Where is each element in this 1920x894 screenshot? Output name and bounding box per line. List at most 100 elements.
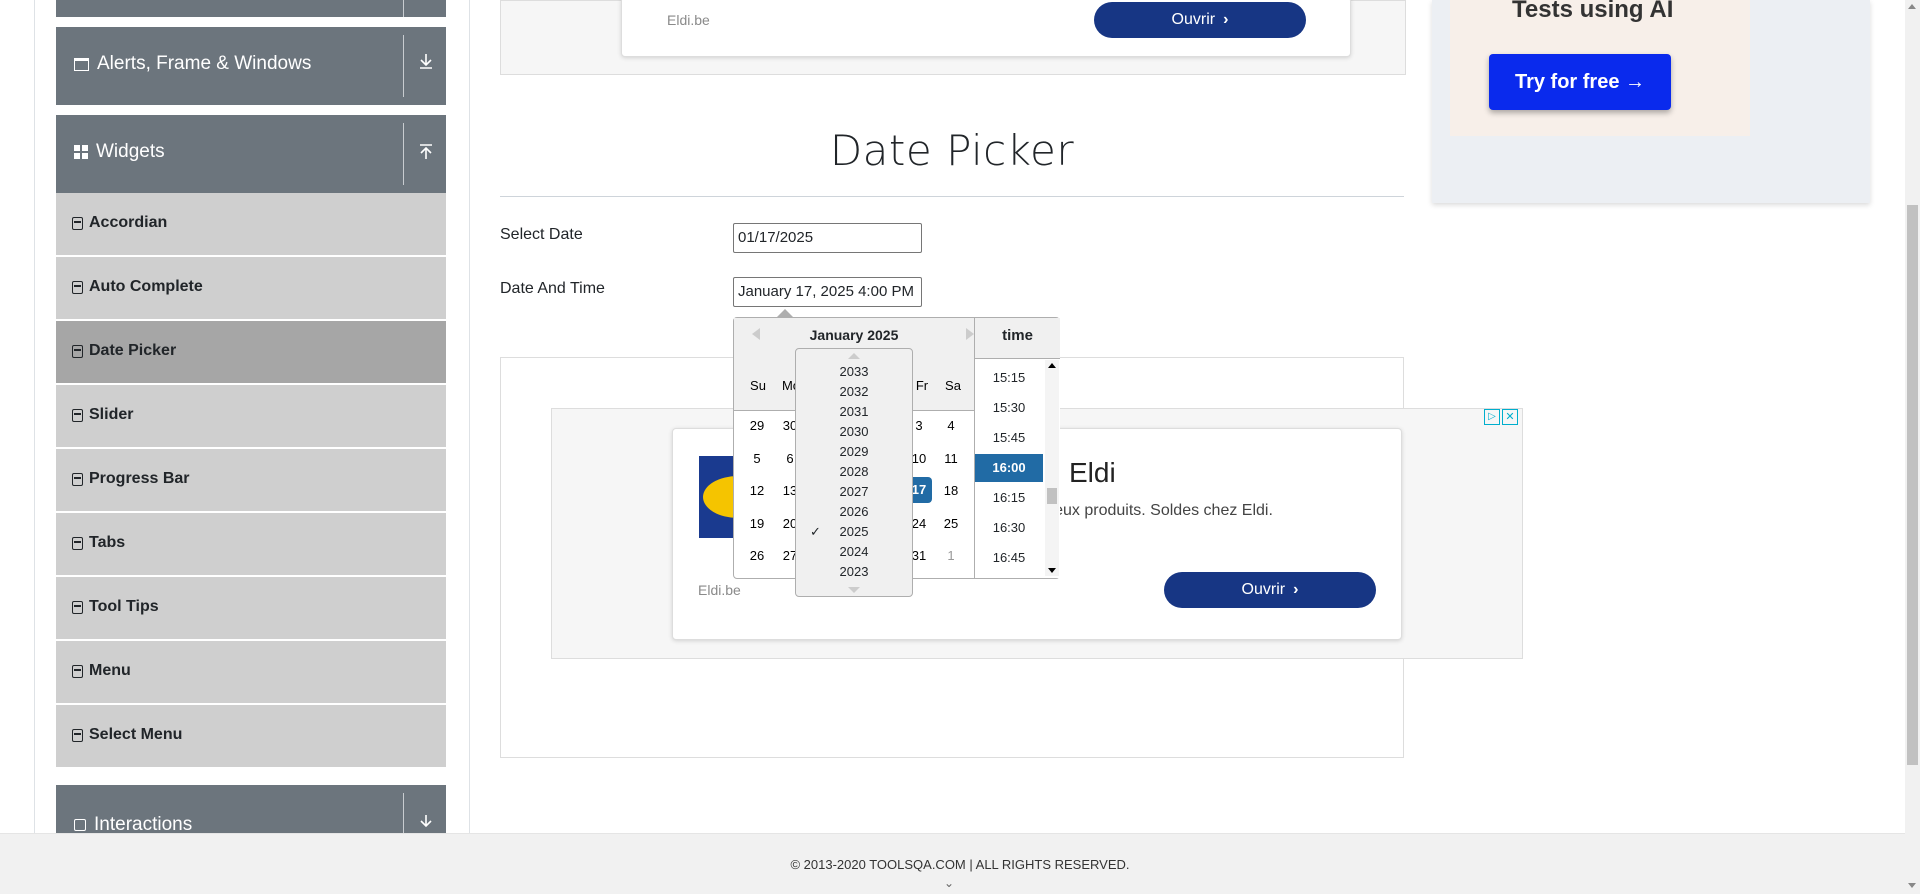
left-border: [34, 0, 35, 833]
calendar-day[interactable]: 12: [743, 483, 771, 498]
window-icon: [74, 57, 89, 71]
ad-source: Eldi.be: [667, 12, 710, 28]
ad-info-icon[interactable]: ▷: [1484, 409, 1500, 425]
time-option-selected[interactable]: 16:00: [975, 454, 1043, 482]
ouvrir-button[interactable]: Ouvrir ›: [1094, 2, 1306, 38]
expand-down-icon[interactable]: [414, 52, 438, 75]
date-time-label: Date And Time: [500, 280, 605, 297]
chevron-right-icon: ›: [1293, 581, 1299, 598]
chevron-down-icon[interactable]: ⌄: [944, 876, 954, 890]
ad-brand: Eldi: [1069, 457, 1116, 488]
year-option[interactable]: 2027: [796, 484, 912, 499]
sidebar-group-interactions[interactable]: Interactions: [56, 785, 446, 835]
calendar-day[interactable]: 11: [937, 451, 965, 466]
day-name: Su: [750, 378, 766, 393]
html-icon: [72, 408, 83, 422]
day-name: Sa: [945, 378, 961, 393]
ouvrir-button[interactable]: Ouvrir ›: [1164, 572, 1376, 608]
calendar-day[interactable]: 29: [743, 418, 771, 433]
calendar-day[interactable]: 5: [743, 451, 771, 466]
sidebar-item-label: Progress Bar: [89, 470, 190, 487]
sidebar-item-menu[interactable]: Menu: [56, 641, 446, 705]
interactions-icon: [74, 819, 86, 831]
top-ad-container: Eldi.be Ouvrir ›: [500, 0, 1406, 75]
button-label: Ouvrir: [1171, 11, 1216, 28]
sidebar-item-label: Tabs: [89, 534, 126, 551]
time-option[interactable]: 16:30: [975, 514, 1043, 542]
year-up-icon[interactable]: [848, 353, 860, 359]
calendar-day[interactable]: 18: [937, 483, 965, 498]
calendar-day[interactable]: 25: [937, 516, 965, 531]
ad-choices[interactable]: ▷ ✕: [1484, 409, 1518, 425]
calendar-day[interactable]: 4: [937, 418, 965, 433]
html-icon: [72, 344, 83, 358]
group-label: Widgets: [96, 141, 165, 162]
year-option[interactable]: 2029: [796, 444, 912, 459]
year-option[interactable]: 2024: [796, 544, 912, 559]
month-label[interactable]: January 2025: [734, 327, 974, 343]
sidebar-item-slider[interactable]: Slider: [56, 385, 446, 449]
year-option-selected[interactable]: 2025: [796, 524, 912, 539]
select-date-input[interactable]: 01/17/2025: [733, 223, 922, 253]
group-label: Alerts, Frame & Windows: [97, 53, 312, 74]
html-icon: [72, 728, 83, 742]
html-icon: [72, 664, 83, 678]
sidebar-group-top[interactable]: [56, 0, 446, 17]
sidebar-item-label: Menu: [89, 662, 131, 679]
html-icon: [72, 600, 83, 614]
try-for-free-button[interactable]: Try for free →: [1489, 54, 1671, 110]
year-option[interactable]: 2030: [796, 424, 912, 439]
close-icon[interactable]: ✕: [1502, 409, 1518, 425]
time-option[interactable]: 16:15: [975, 484, 1043, 512]
time-option[interactable]: 16:45: [975, 544, 1043, 572]
time-scrollbar[interactable]: [1045, 360, 1059, 576]
date-time-input[interactable]: January 17, 2025 4:00 PM: [733, 277, 922, 307]
sidebar-group-alerts[interactable]: Alerts, Frame & Windows: [56, 27, 446, 105]
year-option[interactable]: 2032: [796, 384, 912, 399]
sidebar-item-label: Accordian: [89, 214, 168, 231]
button-label: Ouvrir: [1241, 581, 1286, 598]
sidebar-item-accordian[interactable]: Accordian: [56, 193, 446, 257]
year-option[interactable]: 2026: [796, 504, 912, 519]
sidebar-item-select-menu[interactable]: Select Menu: [56, 705, 446, 769]
time-option[interactable]: 15:15: [975, 364, 1043, 392]
top-ad-card[interactable]: Eldi.be Ouvrir ›: [621, 0, 1351, 57]
ad-text: nbreux produits. Soldes chez Eldi.: [1031, 502, 1273, 519]
widgets-icon: [74, 145, 88, 159]
scroll-down-icon[interactable]: [1908, 883, 1916, 888]
year-down-icon[interactable]: [848, 587, 860, 593]
html-icon: [72, 472, 83, 486]
sidebar-item-label: Slider: [89, 406, 134, 423]
year-option[interactable]: 2023: [796, 564, 912, 579]
select-date-label: Select Date: [500, 226, 583, 243]
collapse-up-icon[interactable]: [414, 143, 438, 166]
sidebar-item-date-picker[interactable]: Date Picker: [56, 321, 446, 385]
sidebar-item-tabs[interactable]: Tabs: [56, 513, 446, 577]
html-icon: [72, 536, 83, 550]
sidebar-item-progress-bar[interactable]: Progress Bar: [56, 449, 446, 513]
sidebar-group-widgets[interactable]: Widgets: [56, 115, 446, 193]
calendar-day-outside[interactable]: 1: [937, 548, 965, 563]
right-ad-container[interactable]: Tests using AI Try for free →: [1432, 0, 1870, 203]
time-option[interactable]: 15:30: [975, 394, 1043, 422]
time-option[interactable]: 15:45: [975, 424, 1043, 452]
scroll-up-icon[interactable]: [1908, 4, 1916, 9]
year-option[interactable]: 2031: [796, 404, 912, 419]
time-list: time 15:15 15:30 15:45 16:00 16:15 16:30…: [974, 318, 1060, 578]
footer: © 2013-2020 TOOLSQA.COM | ALL RIGHTS RES…: [0, 833, 1920, 894]
year-option[interactable]: 2028: [796, 464, 912, 479]
year-dropdown[interactable]: 2033 2032 2031 2030 2029 2028 2027 2026 …: [795, 348, 913, 597]
sidebar-item-label: Auto Complete: [89, 278, 203, 295]
html-icon: [72, 280, 83, 294]
sidebar-item-auto-complete[interactable]: Auto Complete: [56, 257, 446, 321]
year-option[interactable]: 2033: [796, 364, 912, 379]
chevron-right-icon: ›: [1223, 11, 1229, 28]
sidebar-item-label: Tool Tips: [89, 598, 159, 615]
calendar-day[interactable]: 26: [743, 548, 771, 563]
time-header: time: [975, 318, 1060, 359]
next-month-icon[interactable]: [966, 328, 974, 340]
calendar-day[interactable]: 19: [743, 516, 771, 531]
page-scrollbar-thumb[interactable]: [1907, 205, 1918, 765]
sidebar-item-tool-tips[interactable]: Tool Tips: [56, 577, 446, 641]
footer-text: © 2013-2020 TOOLSQA.COM | ALL RIGHTS RES…: [790, 857, 1130, 872]
